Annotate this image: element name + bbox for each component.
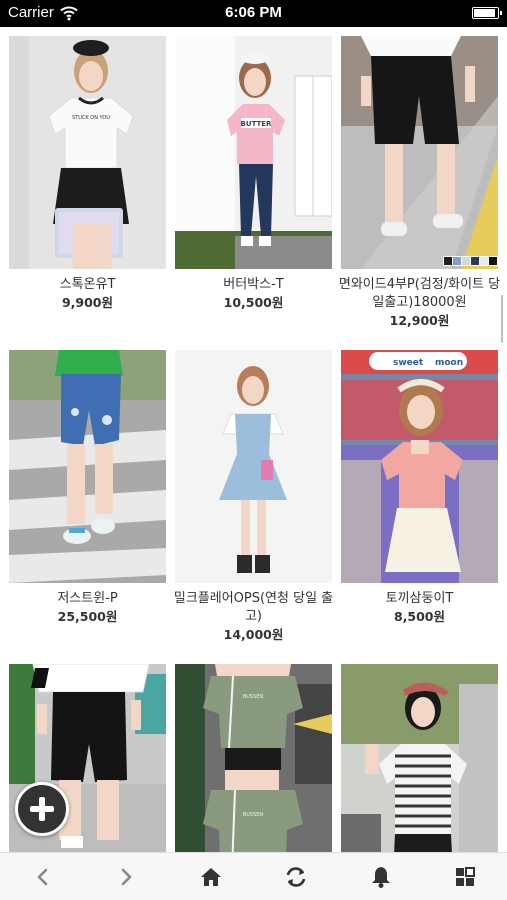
store-sign-2: moon [435, 358, 463, 368]
bell-icon [372, 867, 390, 888]
product-image[interactable] [341, 664, 498, 852]
grid-menu-icon [456, 867, 475, 886]
bottom-toolbar [0, 852, 507, 900]
shirt-print-text: BUSSEN [243, 812, 264, 818]
product-caption[interactable]: 저스트윈-P 25,500원 [5, 590, 170, 626]
svg-text:BUSSEN: BUSSEN [243, 694, 264, 700]
butter-print-text: BUTTER [241, 120, 273, 128]
product-image[interactable]: BUSSEN BUSSEN [175, 664, 332, 852]
product-name[interactable]: 스톡온유T [5, 276, 170, 294]
home-icon [201, 868, 221, 886]
status-bar: Carrier 6:06 PM [0, 0, 507, 27]
color-swatch [462, 257, 470, 265]
product-caption[interactable]: 토끼삼둥이T 8,500원 [337, 590, 502, 626]
product-grid[interactable]: STUCK ON YOU 스톡온유T 9,900원 BUTTER 버터박스-T … [0, 27, 507, 852]
scroll-indicator[interactable] [501, 295, 503, 343]
color-swatch [489, 257, 497, 265]
home-button[interactable] [198, 864, 224, 890]
product-image[interactable]: BUTTER [175, 36, 332, 269]
forward-icon [121, 868, 132, 886]
clock: 6:06 PM [225, 4, 282, 21]
add-floating-button[interactable] [15, 782, 69, 836]
product-price: 25,500원 [57, 609, 118, 624]
product-price: 12,900원 [389, 313, 450, 328]
notifications-button[interactable] [368, 864, 394, 890]
product-image[interactable]: STUCK ON YOU [9, 36, 166, 269]
refresh-icon [286, 867, 306, 887]
product-caption[interactable]: 밀크플레어OPS(연청 당일 출고) 14,000원 [171, 590, 336, 644]
battery-level [474, 9, 495, 17]
product-price: 10,500원 [223, 295, 284, 310]
product-caption[interactable]: 면와이드4부P(검정/화이트 당일출고)18000원 12,900원 [337, 276, 502, 330]
color-swatch [444, 257, 452, 265]
color-swatches [443, 256, 498, 266]
color-swatch [471, 257, 479, 265]
plus-icon [30, 797, 54, 821]
product-name[interactable]: 밀크플레어OPS(연청 당일 출고) [171, 590, 336, 626]
product-price: 14,000원 [223, 627, 284, 642]
product-image[interactable]: sweet moon [341, 350, 498, 583]
product-caption[interactable]: 스톡온유T 9,900원 [5, 276, 170, 312]
product-name[interactable]: 면와이드4부P(검정/화이트 당일출고)18000원 [337, 276, 502, 312]
product-caption[interactable]: 버터박스-T 10,500원 [171, 276, 336, 312]
back-icon [37, 868, 48, 886]
tee-print-text: STUCK ON YOU [72, 115, 110, 121]
product-price: 9,900원 [61, 295, 114, 310]
product-price: 8,500원 [393, 609, 446, 624]
refresh-button[interactable] [283, 864, 309, 890]
store-sign-1: sweet [393, 358, 424, 368]
back-button[interactable] [30, 864, 56, 890]
battery-icon [472, 7, 502, 19]
forward-button[interactable] [113, 864, 139, 890]
product-image[interactable] [175, 350, 332, 583]
color-swatch [453, 257, 461, 265]
product-name[interactable]: 저스트윈-P [5, 590, 170, 608]
product-image[interactable] [341, 36, 498, 269]
menu-button[interactable] [452, 864, 478, 890]
product-name[interactable]: 토끼삼둥이T [337, 590, 502, 608]
color-swatch [480, 257, 488, 265]
product-name[interactable]: 버터박스-T [171, 276, 336, 294]
product-image[interactable] [9, 350, 166, 583]
